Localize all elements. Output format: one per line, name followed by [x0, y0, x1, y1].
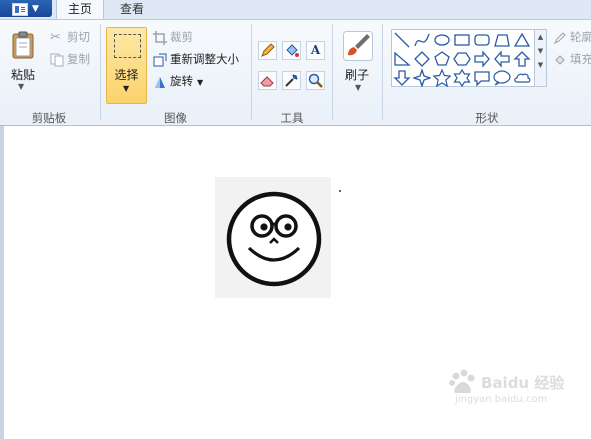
watermark-url: jingyan.baidu.com	[455, 394, 548, 405]
ribbon: 粘贴 ▼ ✂ 剪切 复制 剪贴板 选择 ▼ 裁剪 重新调整大小 旋转 ▼ 图像	[0, 19, 591, 126]
scroll-up-icon[interactable]: ▲	[535, 30, 546, 44]
color-picker-tool[interactable]	[282, 71, 301, 90]
fill-label: 填充	[570, 52, 591, 66]
brush-icon[interactable]	[343, 31, 373, 61]
eraser-tool[interactable]	[258, 71, 277, 90]
right-arrow-shape-icon[interactable]	[473, 50, 491, 68]
tools-group-label: 工具	[280, 111, 304, 125]
polygon-shape-icon[interactable]	[493, 31, 511, 49]
magnifier-tool[interactable]	[306, 71, 325, 90]
diamond-shape-icon[interactable]	[413, 50, 431, 68]
six-point-star-shape-icon[interactable]	[453, 69, 471, 87]
cloud-callout-shape-icon[interactable]	[513, 69, 531, 87]
five-point-star-shape-icon[interactable]	[433, 69, 451, 87]
tab-home[interactable]: 主页	[56, 0, 104, 20]
baidu-watermark: Baidu 经验 jingyan.baidu.com	[447, 368, 589, 428]
chevron-down-icon: ▼	[123, 84, 130, 93]
magnifier-icon	[308, 73, 323, 88]
gallery-expand-icon[interactable]: ▼	[535, 58, 546, 72]
rotate-icon	[153, 75, 167, 89]
line-shape-icon[interactable]	[393, 31, 411, 49]
image-group-label: 图像	[164, 111, 187, 125]
outline-label: 轮廓	[570, 30, 591, 44]
rotate-label: 旋转	[170, 74, 193, 88]
text-tool-icon: A	[310, 43, 321, 57]
right-triangle-shape-icon[interactable]	[393, 50, 411, 68]
tab-view[interactable]: 查看	[108, 0, 156, 19]
copy-label: 复制	[67, 52, 90, 66]
oval-shape-icon[interactable]	[433, 31, 451, 49]
fill-tool[interactable]	[282, 41, 301, 60]
scroll-down-icon[interactable]: ▼	[535, 44, 546, 58]
cut-button[interactable]: ✂ 剪切	[50, 28, 90, 46]
crop-label: 裁剪	[170, 30, 193, 44]
select-button[interactable]: 选择 ▼	[106, 27, 147, 104]
left-arrow-shape-icon[interactable]	[493, 50, 511, 68]
outline-button[interactable]: 轮廓	[553, 28, 591, 46]
paste-button[interactable]: 粘贴	[6, 66, 40, 83]
select-rect-icon	[114, 34, 141, 58]
rounded-rectangle-shape-icon[interactable]	[473, 31, 491, 49]
canvas-dot	[339, 190, 341, 192]
shapes-scrollbar[interactable]: ▲ ▼ ▼	[534, 29, 547, 87]
pencil-icon	[261, 43, 275, 57]
rectangle-shape-icon[interactable]	[453, 31, 471, 49]
scissors-icon: ✂	[50, 29, 61, 45]
tab-strip: ▼ 主页 查看	[0, 0, 591, 20]
resize-icon	[153, 53, 167, 67]
chevron-down-icon[interactable]: ▼	[18, 82, 24, 91]
rect-callout-shape-icon[interactable]	[473, 69, 491, 87]
outline-pencil-icon	[553, 31, 567, 45]
watermark-title: Baidu 经验	[481, 374, 565, 392]
four-point-star-shape-icon[interactable]	[413, 69, 431, 87]
resize-label: 重新调整大小	[170, 52, 239, 66]
pencil-tool[interactable]	[258, 41, 277, 60]
brushes-button[interactable]: 刷子	[336, 66, 378, 83]
paint-bucket-icon	[286, 44, 299, 57]
triangle-shape-icon[interactable]	[513, 31, 531, 49]
chevron-down-icon[interactable]: ▼	[355, 83, 361, 92]
pentagon-shape-icon[interactable]	[433, 50, 451, 68]
app-menu-button[interactable]: ▼	[0, 0, 52, 17]
paste-icon[interactable]	[11, 31, 35, 59]
chevron-down-icon: ▼	[32, 4, 39, 14]
shapes-group-label: 形状	[475, 111, 499, 125]
group-divider	[251, 24, 252, 120]
crop-button[interactable]: 裁剪	[153, 28, 193, 46]
paint-menu-icon	[12, 3, 28, 16]
crop-icon	[153, 30, 167, 45]
group-divider	[382, 24, 383, 120]
down-arrow-shape-icon[interactable]	[393, 69, 411, 87]
up-arrow-shape-icon[interactable]	[513, 50, 531, 68]
curve-shape-icon[interactable]	[413, 31, 431, 49]
oval-callout-shape-icon[interactable]	[493, 69, 511, 87]
hexagon-shape-icon[interactable]	[453, 50, 471, 68]
rotate-button[interactable]: 旋转 ▼	[153, 72, 203, 90]
cut-label: 剪切	[67, 30, 90, 44]
eraser-icon	[260, 76, 274, 87]
fill-button[interactable]: 填充	[553, 50, 591, 68]
eyedropper-icon	[285, 74, 298, 87]
text-tool[interactable]: A	[306, 41, 325, 60]
resize-button[interactable]: 重新调整大小	[153, 50, 239, 68]
group-divider	[100, 24, 101, 120]
group-divider	[332, 24, 333, 120]
clipboard-group-label: 剪贴板	[31, 111, 67, 125]
chevron-down-icon: ▼	[197, 78, 204, 87]
select-label: 选择	[114, 68, 139, 82]
copy-icon	[50, 53, 64, 67]
fill-bucket-icon	[553, 53, 567, 67]
smiley-face-drawing	[215, 177, 331, 298]
copy-button[interactable]: 复制	[50, 50, 90, 68]
